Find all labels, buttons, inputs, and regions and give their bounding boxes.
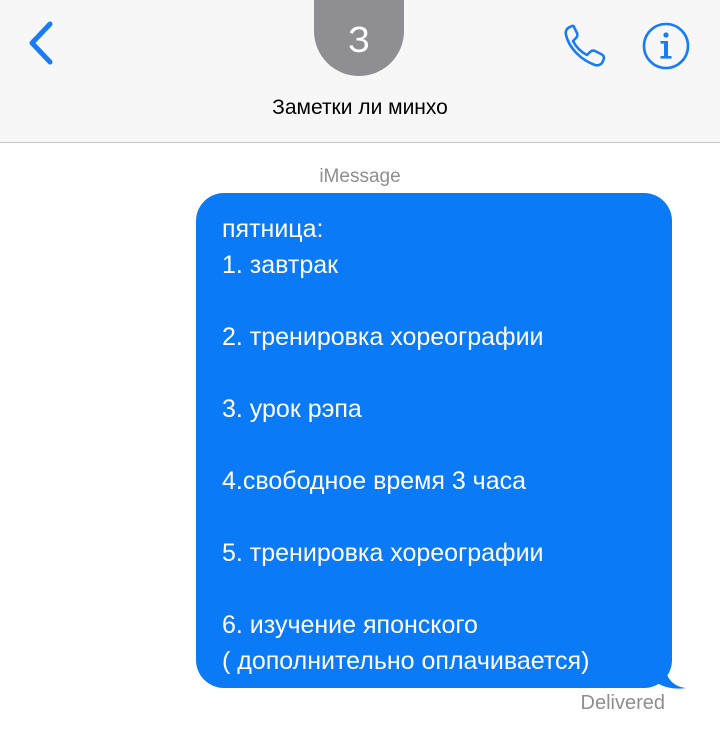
info-button[interactable] [640, 20, 692, 72]
contact-name[interactable]: Заметки ли минхо [0, 96, 720, 120]
conversation-header: З Заметки ли минхо [0, 0, 720, 143]
call-button[interactable] [560, 20, 614, 72]
message-text: пятница: 1. завтрак 2. тренировка хореог… [196, 193, 672, 688]
service-label: iMessage [319, 166, 401, 187]
delivery-status: Delivered [580, 692, 665, 714]
message-bubble[interactable]: пятница: 1. завтрак 2. тренировка хореог… [196, 193, 686, 689]
avatar[interactable]: З [314, 0, 404, 76]
info-icon [642, 22, 690, 70]
back-button[interactable] [20, 18, 64, 68]
chevron-left-icon [29, 21, 53, 65]
phone-icon [564, 24, 606, 67]
